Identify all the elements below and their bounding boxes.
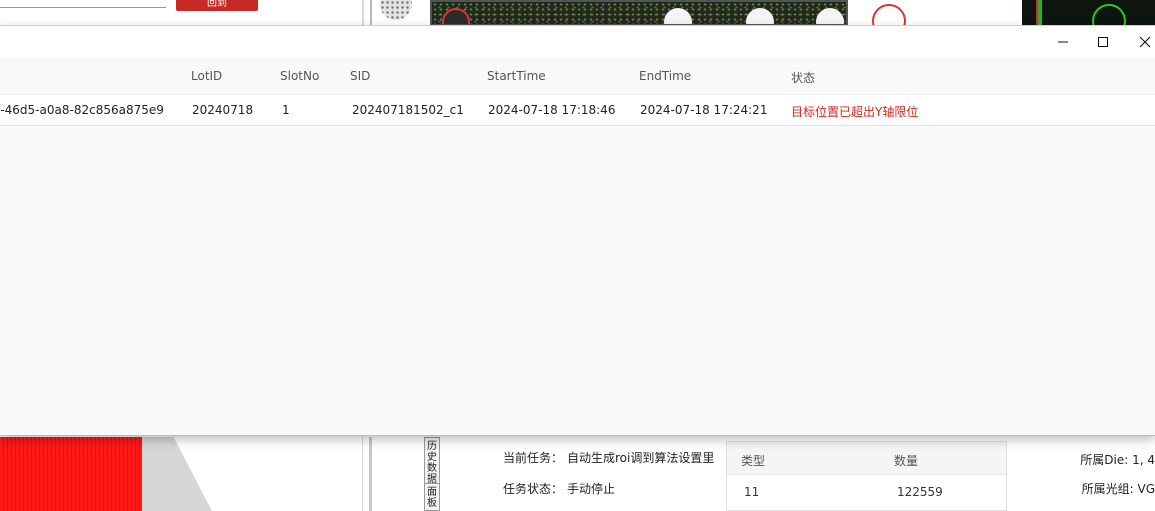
group-value: VG	[1137, 482, 1155, 496]
close-button[interactable]	[1122, 26, 1155, 57]
records-table-header: LotID SlotNo SID StartTime EndTime 状态	[0, 58, 1155, 94]
background-red-button[interactable]: 回到	[176, 0, 258, 11]
die-value: 1, 4	[1132, 453, 1155, 467]
history-records-dialog: LotID SlotNo SID StartTime EndTime 状态 l-…	[0, 25, 1155, 436]
vertical-tab-strip: 历史数据 面板	[424, 437, 440, 511]
camera-preview	[1022, 0, 1155, 26]
column-header-count: 数量	[894, 454, 919, 468]
column-header-slotno[interactable]: SlotNo	[280, 69, 319, 83]
table-cell-count: 122559	[897, 485, 943, 499]
maximize-button[interactable]	[1080, 26, 1126, 57]
column-header-endtime[interactable]: EndTime	[639, 69, 691, 83]
column-header-status[interactable]: 状态	[791, 69, 815, 86]
column-header-starttime[interactable]: StartTime	[487, 69, 546, 83]
wafer-image-preview	[430, 0, 848, 26]
column-header-lotid[interactable]: LotID	[191, 69, 222, 83]
tab-history-data[interactable]: 历史数据	[425, 438, 439, 485]
die-label: 所属Die:	[1080, 453, 1129, 467]
background-divider	[362, 437, 363, 511]
die-info-line: 所属Die: 1, 4	[1066, 451, 1155, 468]
group-info-line: 所属光组: VG	[1066, 480, 1155, 497]
background-red-button-label: 回到	[207, 0, 227, 9]
minimize-icon	[1058, 41, 1068, 42]
dialog-titlebar[interactable]	[0, 26, 1155, 57]
group-label: 所属光组:	[1081, 482, 1134, 496]
table-row[interactable]: l-46d5-a0a8-82c856a875e9 20240718 1 2024…	[0, 94, 1155, 126]
grid-tool-icon[interactable]	[380, 0, 412, 20]
background-divider	[370, 0, 372, 26]
cell-lotid: 20240718	[192, 103, 254, 117]
current-task-value: 自动生成roi调到算法设置里	[567, 451, 715, 465]
wafer-map-preview	[0, 437, 142, 511]
records-list-body	[0, 126, 1155, 435]
wafer-map-edge	[142, 437, 212, 511]
tab-panel[interactable]: 面板	[425, 484, 439, 510]
close-icon	[1139, 36, 1151, 47]
maximize-icon	[1098, 36, 1108, 47]
cell-status: 目标位置已超出Y轴限位	[791, 105, 919, 119]
cell-slotno: 1	[282, 103, 290, 117]
cell-endtime: 2024-07-18 17:24:21	[640, 103, 768, 117]
defect-stats-table: 类型 数量 11 122559	[726, 441, 1007, 511]
task-status-label: 任务状态：	[503, 482, 564, 496]
die-info-panel: 所属Die: 1, 4 所属光组: VG	[1066, 437, 1155, 511]
table-header	[727, 442, 1006, 475]
background-input-underline	[0, 7, 166, 8]
cell-sid: 202407181502_c1	[352, 103, 464, 117]
cell-starttime: 2024-07-18 17:18:46	[488, 103, 616, 117]
cell-id: l-46d5-a0a8-82c856a875e9	[0, 103, 164, 117]
task-status-value: 手动停止	[567, 482, 616, 496]
column-header-type: 类型	[741, 454, 766, 468]
background-divider	[362, 0, 364, 26]
table-cell-type: 11	[744, 485, 760, 499]
current-task-label: 当前任务：	[503, 451, 564, 465]
background-divider	[369, 437, 372, 511]
column-header-sid[interactable]: SID	[350, 69, 370, 83]
